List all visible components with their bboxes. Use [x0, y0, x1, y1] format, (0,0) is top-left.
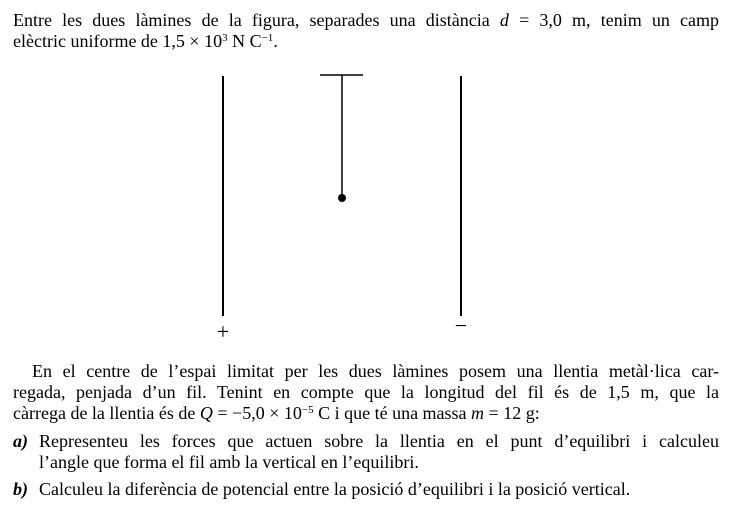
minus-sign: − [455, 313, 467, 338]
question-a: a) Representeu les forces que actuen sob… [13, 431, 719, 475]
question-b-label: b) [13, 479, 28, 499]
question-b-line-1: Calculeu la diferència de potencial entr… [39, 479, 631, 499]
question-b: b) Calculeu la diferència de potencial e… [13, 479, 719, 501]
question-a-line-1: Representeu les forces que actuen sobre … [39, 431, 719, 451]
charged-bob [338, 194, 346, 202]
question-a-label: a) [13, 431, 28, 451]
question-a-line-2: l’angle que forma el fil amb la vertical… [39, 452, 419, 472]
problem-statement: En el centre de l’espai limitat per les … [13, 361, 719, 424]
body-line-2: regada, penjada d’un fil. Tenint en comp… [13, 382, 719, 402]
body-line-1: En el centre de l’espai limitat per les … [32, 361, 719, 381]
body-line-3: càrrega de la llentia és de Q = −5,0 × 1… [13, 403, 540, 423]
plus-sign: + [217, 319, 229, 344]
